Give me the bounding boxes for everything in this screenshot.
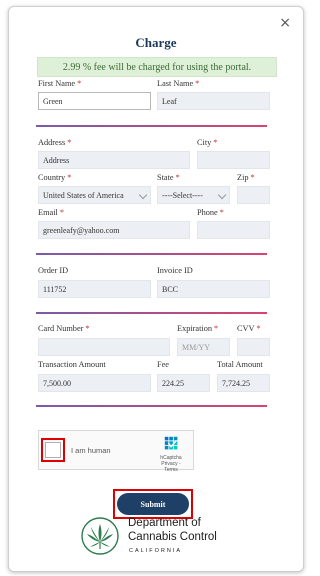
country-select[interactable]: United States of America	[38, 186, 151, 204]
country-label: Country *	[38, 173, 72, 182]
i-am-human-label: I am human	[71, 446, 111, 455]
hcaptcha-widget: I am human hCaptcha Privacy - Terms	[38, 430, 194, 473]
state-label: State *	[157, 173, 180, 182]
hcaptcha-brand: hCaptcha Privacy - Terms	[154, 455, 188, 473]
expiration-label: Expiration *	[177, 324, 219, 333]
phone-input[interactable]	[197, 221, 270, 239]
section-divider	[36, 125, 267, 127]
city-input[interactable]	[197, 151, 270, 169]
invoice-id-field: BCC	[157, 280, 270, 298]
hcaptcha-logo-icon	[164, 436, 178, 450]
total-amount-field: 7,724.25	[217, 374, 270, 392]
modal-title: Charge	[135, 35, 177, 50]
order-id-label: Order ID	[38, 266, 69, 275]
cannabis-leaf-icon	[81, 517, 119, 555]
section-divider	[36, 253, 267, 255]
chevron-down-icon	[138, 190, 148, 200]
invoice-id-label: Invoice ID	[157, 266, 193, 275]
dcc-logo-line2: Cannabis Control	[128, 531, 217, 543]
fee-banner-text: 2.99 % fee will be charged for using the…	[62, 61, 252, 73]
expiration-input[interactable]: MM/YY	[177, 338, 230, 356]
email-label: Email *	[38, 208, 64, 217]
first-name-input[interactable]: Green	[38, 92, 151, 110]
submit-button[interactable]: Submit	[117, 493, 189, 515]
transaction-amount-label: Transaction Amount	[38, 360, 106, 369]
section-divider	[36, 312, 267, 314]
total-amount-label: Total Amount	[217, 360, 263, 369]
transaction-amount-field: 7,500.00	[38, 374, 151, 392]
address-input[interactable]: Address	[38, 151, 190, 169]
fee-banner: 2.99 % fee will be charged for using the…	[37, 57, 277, 77]
card-number-input[interactable]	[38, 338, 170, 356]
chevron-down-icon	[217, 190, 227, 200]
first-name-label: First Name *	[38, 79, 82, 88]
phone-label: Phone *	[197, 208, 224, 217]
section-divider	[36, 405, 267, 407]
country-value: United States of America	[43, 190, 124, 200]
last-name-input[interactable]: Leaf	[157, 92, 270, 110]
email-input[interactable]: greenleafy@yahoo.com	[38, 221, 190, 239]
state-value: ----Select----	[162, 190, 203, 200]
zip-input[interactable]	[237, 186, 270, 204]
cvv-label: CVV *	[237, 324, 261, 333]
address-label: Address *	[38, 138, 72, 147]
last-name-label: Last Name *	[157, 79, 200, 88]
dcc-logo-line3: CALIFORNIA	[129, 548, 183, 554]
order-id-field: 111752	[38, 280, 151, 298]
close-icon[interactable]: ×	[279, 15, 291, 31]
hcaptcha-links[interactable]: Privacy - Terms	[154, 461, 188, 473]
i-am-human-checkbox[interactable]	[45, 442, 61, 458]
fee-field: 224.25	[157, 374, 210, 392]
cvv-input[interactable]	[237, 338, 270, 356]
dcc-logo-line1: Department of	[128, 517, 201, 529]
zip-label: Zip *	[237, 173, 255, 182]
card-number-label: Card Number *	[38, 324, 90, 333]
city-label: City *	[197, 138, 218, 147]
state-select[interactable]: ----Select----	[157, 186, 230, 204]
fee-label: Fee	[157, 360, 169, 369]
